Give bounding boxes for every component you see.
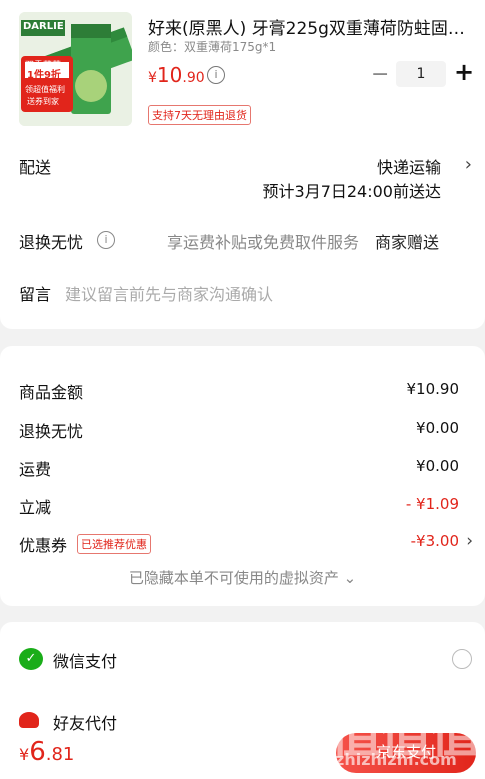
message-label: 留言 bbox=[19, 285, 52, 304]
returns-fee-label: 退换无忧 bbox=[19, 422, 84, 441]
wechat-pay-radio[interactable] bbox=[452, 649, 472, 669]
product-title[interactable]: 好来(原黑人) 牙膏225g双重薄荷防蛀固齿… bbox=[148, 14, 473, 39]
increase-quantity-button[interactable]: + bbox=[454, 58, 474, 86]
coupon-chevron-icon[interactable]: › bbox=[466, 531, 473, 551]
friend-pay-icon bbox=[19, 712, 39, 728]
wechat-pay-icon: ✓ bbox=[19, 648, 43, 670]
price-info-icon[interactable]: i bbox=[207, 66, 225, 84]
total-integer: 6 bbox=[29, 737, 46, 767]
returns-description: 享运费补贴或免费取件服务 bbox=[167, 233, 360, 252]
product-thumbnail[interactable]: DARLIE 双重薄荷 1件9折 领超值福利 送券到家 bbox=[19, 12, 132, 126]
return-policy-tag: 支持7天无理由退货 bbox=[148, 105, 251, 125]
coupon-label: 优惠券 bbox=[19, 536, 68, 555]
delivery-method[interactable]: 快递运输 bbox=[377, 154, 441, 178]
coupon-value[interactable]: -¥3.00 bbox=[411, 532, 459, 550]
decrease-quantity-button[interactable]: − bbox=[371, 62, 389, 87]
shipping-fee-label: 运费 bbox=[19, 460, 52, 479]
price-decimal: .90 bbox=[182, 70, 205, 86]
friend-pay-label[interactable]: 好友代付 bbox=[53, 710, 117, 734]
returns-info-icon[interactable]: i bbox=[97, 231, 115, 249]
wechat-pay-label[interactable]: 微信支付 bbox=[53, 648, 117, 672]
total-decimal: .81 bbox=[45, 744, 75, 765]
product-spec: 颜色：双重薄荷175g*1 bbox=[148, 40, 277, 54]
total-symbol: ¥ bbox=[19, 745, 30, 764]
delivery-chevron-icon[interactable]: › bbox=[465, 154, 472, 175]
returns-gift-text: 商家赠送 bbox=[375, 233, 440, 252]
package-promo-4: 送券到家 bbox=[27, 97, 59, 106]
package-promo-3: 领超值福利 bbox=[25, 85, 65, 94]
watermark-url: zhizhizhi.com bbox=[335, 750, 457, 769]
product-price: ¥10.90 bbox=[148, 63, 205, 87]
quantity-input[interactable]: 1 bbox=[396, 61, 446, 87]
package-brand-text: DARLIE bbox=[23, 21, 64, 32]
returns-fee-value: ¥0.00 bbox=[416, 419, 459, 437]
shipping-fee-value: ¥0.00 bbox=[416, 457, 459, 475]
returns-label: 退换无忧 bbox=[19, 233, 84, 252]
delivery-label: 配送 bbox=[19, 158, 52, 177]
total-price: ¥6.81 bbox=[19, 737, 74, 767]
price-symbol: ¥ bbox=[148, 70, 157, 86]
package-promo-2: 1件9折 bbox=[27, 70, 61, 81]
message-input[interactable]: 建议留言前先与商家沟通确认 bbox=[65, 281, 273, 305]
goods-amount-label: 商品金额 bbox=[19, 383, 84, 402]
discount-label: 立减 bbox=[19, 498, 52, 517]
price-integer: 10 bbox=[156, 63, 183, 87]
hidden-assets-toggle[interactable]: 已隐藏本单不可使用的虚拟资产 ⌄ bbox=[0, 567, 485, 588]
goods-amount-value: ¥10.90 bbox=[406, 380, 460, 398]
delivery-eta: 预计3月7日24:00前送达 bbox=[262, 182, 441, 201]
coupon-recommended-tag: 已选推荐优惠 bbox=[77, 534, 151, 554]
discount-value: - ¥1.09 bbox=[405, 495, 459, 513]
